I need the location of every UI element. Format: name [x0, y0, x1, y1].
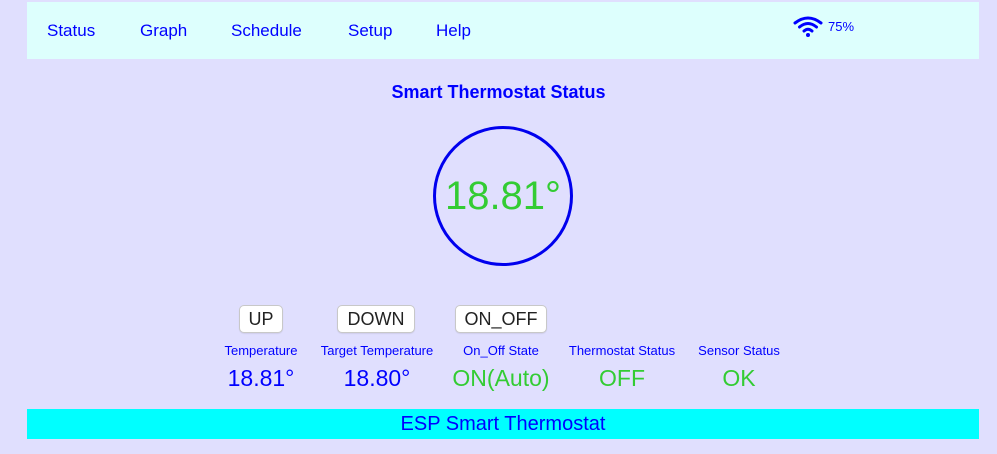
nav-graph-link[interactable]: Graph	[140, 21, 187, 41]
nav-setup-link[interactable]: Setup	[348, 21, 392, 41]
stat-on-off-state-value: ON(Auto)	[452, 365, 550, 391]
nav-help-link[interactable]: Help	[436, 21, 471, 41]
stat-thermostat-status-value: OFF	[599, 365, 645, 391]
dial-temperature-value: 18.81°	[444, 173, 562, 218]
temperature-dial: 18.81°	[433, 126, 573, 266]
stat-sensor-status: Sensor Status OK	[692, 343, 786, 391]
down-button[interactable]: DOWN	[337, 305, 415, 333]
stat-temperature-value: 18.81°	[227, 365, 295, 391]
wifi-signal-percent: 75%	[828, 19, 855, 34]
stat-temperature-label: Temperature	[224, 343, 298, 358]
stat-target-temperature-label: Target Temperature	[320, 343, 434, 358]
stat-on-off-state: On_Off State ON(Auto)	[446, 343, 556, 391]
wifi-icon	[793, 16, 823, 37]
nav-schedule-link[interactable]: Schedule	[231, 21, 302, 41]
stat-temperature: Temperature 18.81°	[216, 343, 306, 391]
up-button[interactable]: UP	[239, 305, 283, 333]
stat-target-temperature-value: 18.80°	[343, 365, 411, 391]
stat-sensor-status-label: Sensor Status	[698, 343, 780, 358]
stat-target-temperature: Target Temperature 18.80°	[313, 343, 441, 391]
stat-thermostat-status-label: Thermostat Status	[568, 343, 676, 358]
page-title: Smart Thermostat Status	[391, 82, 606, 102]
stat-on-off-state-label: On_Off State	[463, 343, 539, 358]
stat-sensor-status-value: OK	[722, 365, 756, 391]
nav-status-link[interactable]: Status	[47, 21, 95, 41]
on-off-button[interactable]: ON_OFF	[455, 305, 547, 333]
footer-banner: ESP Smart Thermostat	[27, 409, 979, 439]
stat-thermostat-status: Thermostat Status OFF	[562, 343, 682, 391]
